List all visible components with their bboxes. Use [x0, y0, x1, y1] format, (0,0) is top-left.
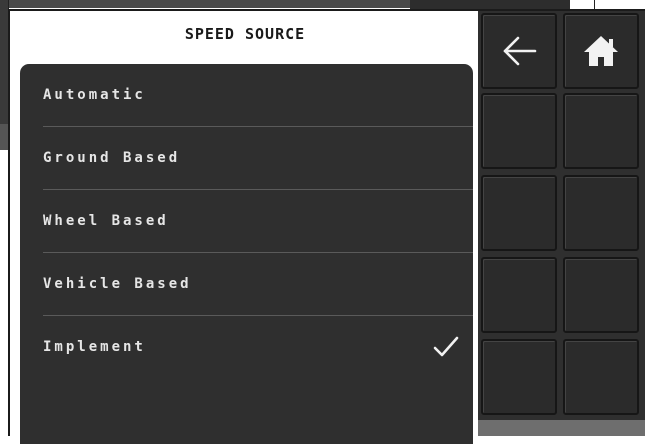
dialog-title: SPEED SOURCE [184, 25, 306, 43]
option-implement[interactable]: Implement [20, 316, 473, 379]
option-label: Ground Based [43, 150, 181, 166]
option-automatic[interactable]: Automatic [20, 64, 473, 127]
option-label: Implement [43, 339, 146, 355]
softkey-blank[interactable] [563, 339, 639, 415]
speed-source-list: Automatic Ground Based Wheel Based Vehic… [20, 64, 473, 444]
option-label: Automatic [43, 87, 146, 103]
home-button[interactable] [563, 13, 639, 89]
softkey-blank[interactable] [563, 93, 639, 169]
softkey-grid-footer [478, 420, 645, 436]
back-button[interactable] [481, 13, 557, 89]
softkey-blank[interactable] [481, 175, 557, 251]
softkey-blank[interactable] [563, 175, 639, 251]
softkey-blank[interactable] [481, 257, 557, 333]
softkey-blank[interactable] [563, 257, 639, 333]
option-ground-based[interactable]: Ground Based [20, 127, 473, 190]
softkey-blank[interactable] [481, 93, 557, 169]
home-icon [584, 36, 618, 66]
softkey-grid [478, 9, 645, 436]
softkey-blank[interactable] [481, 339, 557, 415]
option-label: Wheel Based [43, 213, 169, 229]
arrow-left-icon [503, 36, 537, 66]
option-vehicle-based[interactable]: Vehicle Based [20, 253, 473, 316]
background-toolbar-strip [0, 0, 410, 8]
checkmark-icon [433, 336, 459, 357]
option-wheel-based[interactable]: Wheel Based [20, 190, 473, 253]
speed-source-dialog: SPEED SOURCE Automatic Ground Based Whee… [8, 9, 478, 444]
option-label: Vehicle Based [43, 276, 192, 292]
background-screen-edge-lower [0, 124, 8, 150]
